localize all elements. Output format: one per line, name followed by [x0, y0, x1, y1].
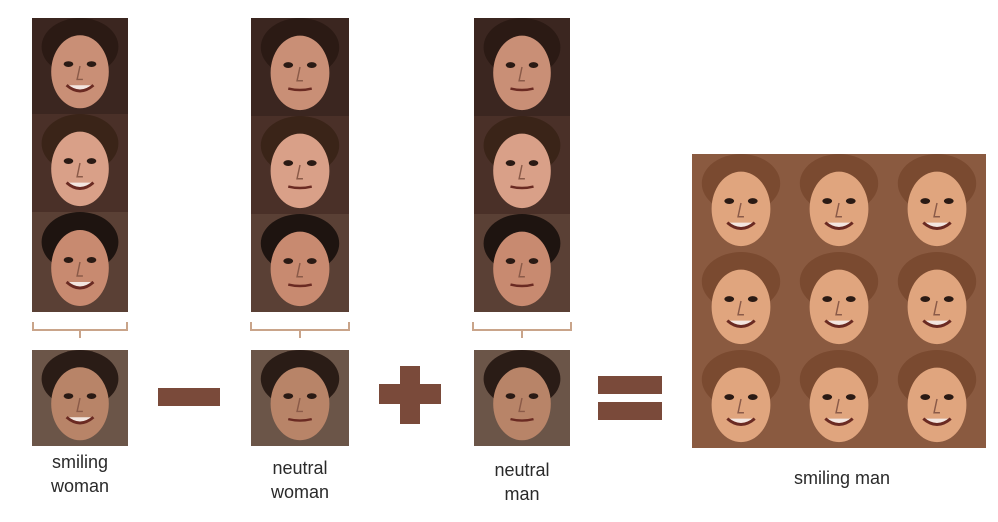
face-image	[32, 212, 128, 312]
face-image	[474, 116, 570, 214]
generated-face-image	[790, 252, 888, 350]
equals-bar-bottom	[598, 402, 662, 420]
face-image	[251, 214, 349, 312]
result-label: smiling man	[793, 468, 891, 488]
generated-face-image	[888, 252, 986, 350]
generated-face-image	[692, 252, 790, 350]
face-image	[474, 214, 570, 312]
average-face-image	[251, 350, 349, 446]
equals-bar-top	[598, 376, 662, 394]
face-image	[251, 18, 349, 116]
face-image	[32, 18, 128, 114]
face-image	[474, 18, 570, 116]
column-label: neutral woman	[270, 458, 330, 502]
column-label: smiling woman	[50, 452, 110, 496]
generated-face-image	[692, 350, 790, 448]
minus-operator	[158, 388, 220, 406]
face-image	[251, 116, 349, 214]
result-grid	[692, 154, 986, 448]
generated-face-image	[888, 154, 986, 252]
face-image	[32, 114, 128, 212]
generated-face-image	[888, 350, 986, 448]
group-brace	[472, 322, 572, 338]
plus-bar-vertical	[400, 366, 420, 424]
group-brace	[250, 322, 350, 338]
generated-face-image	[692, 154, 790, 252]
generated-face-image	[790, 154, 888, 252]
generated-face-image	[790, 350, 888, 448]
column-label: neutral man	[494, 460, 550, 504]
average-face-image	[474, 350, 570, 446]
group-brace	[32, 322, 128, 338]
average-face-image	[32, 350, 128, 446]
